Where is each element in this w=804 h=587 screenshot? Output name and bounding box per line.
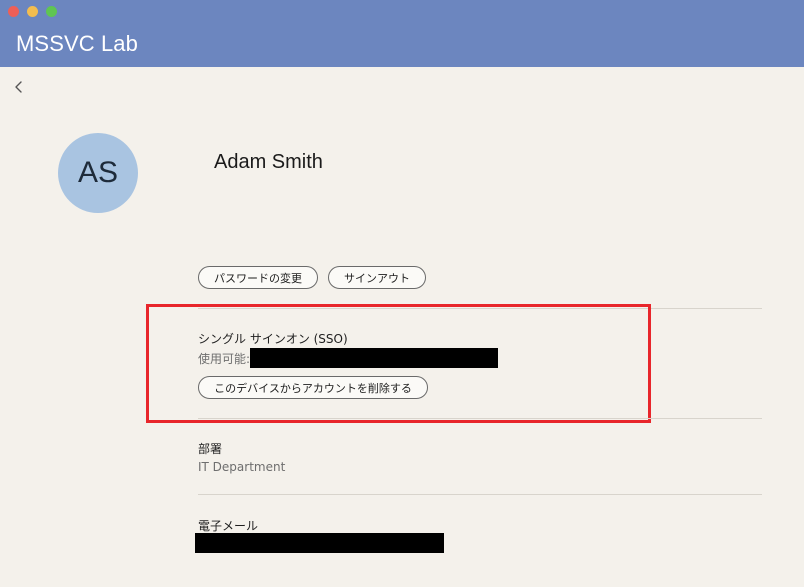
- avatar: AS: [58, 133, 138, 213]
- highlight-box: [146, 304, 651, 423]
- close-window-button[interactable]: [8, 6, 19, 17]
- department-label: 部署: [198, 442, 223, 456]
- divider: [198, 418, 762, 419]
- window-controls: [8, 6, 57, 17]
- minimize-window-button[interactable]: [27, 6, 38, 17]
- change-password-button[interactable]: パスワードの変更: [198, 266, 318, 289]
- back-button[interactable]: [10, 78, 28, 96]
- email-label: 電子メール: [198, 519, 259, 533]
- app-window: MSSVC Lab AS Adam Smith パスワードの変更 サインアウト …: [0, 0, 804, 587]
- maximize-window-button[interactable]: [46, 6, 57, 17]
- divider: [198, 494, 762, 495]
- user-name: Adam Smith: [214, 151, 323, 173]
- department-value: IT Department: [198, 460, 286, 474]
- redacted-email-value: [195, 533, 444, 553]
- sign-out-button[interactable]: サインアウト: [328, 266, 426, 289]
- app-title: MSSVC Lab: [16, 31, 138, 56]
- chevron-left-icon: [15, 81, 22, 93]
- header-bar: MSSVC Lab: [0, 0, 804, 67]
